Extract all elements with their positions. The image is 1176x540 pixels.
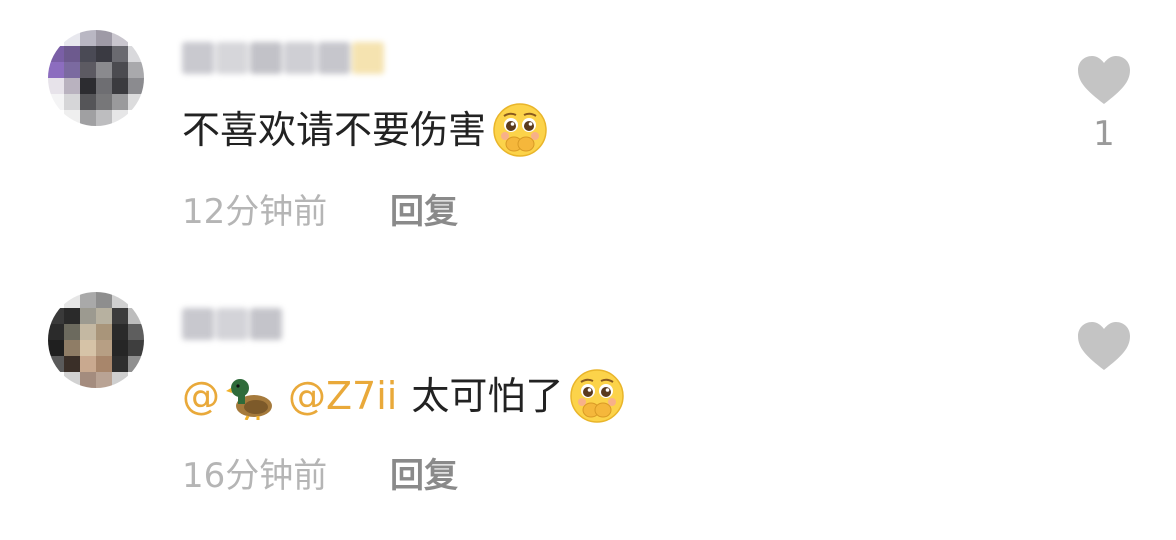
reply-button[interactable]: 回复 (390, 192, 458, 232)
comment-text: 不喜欢请不要伤害 (182, 102, 548, 158)
reply-button[interactable]: 回复 (390, 456, 458, 496)
avatar-image (48, 30, 144, 126)
comment-time: 16分钟前 (182, 456, 328, 496)
comment-text: @ @Z7ii 太可怕了 (182, 368, 625, 424)
like-count: 1 (1093, 114, 1115, 154)
mention-user-2[interactable]: @Z7ii (288, 372, 397, 420)
mention-user-1[interactable]: @ (182, 372, 220, 420)
comment-time: 12分钟前 (182, 192, 328, 232)
avatar[interactable] (48, 30, 144, 126)
username-blurred[interactable] (182, 308, 282, 344)
heart-icon[interactable] (1076, 320, 1132, 372)
pleading-face-emoji (493, 103, 547, 157)
heart-icon[interactable] (1076, 54, 1132, 106)
avatar-image (48, 292, 144, 388)
username-blurred[interactable] (182, 42, 384, 78)
comment-body: 太可怕了 (411, 374, 564, 418)
pleading-face-emoji (570, 369, 625, 423)
duck-emoji (226, 379, 272, 420)
comment-body: 不喜欢请不要伤害 (182, 108, 487, 152)
avatar[interactable] (48, 292, 144, 388)
